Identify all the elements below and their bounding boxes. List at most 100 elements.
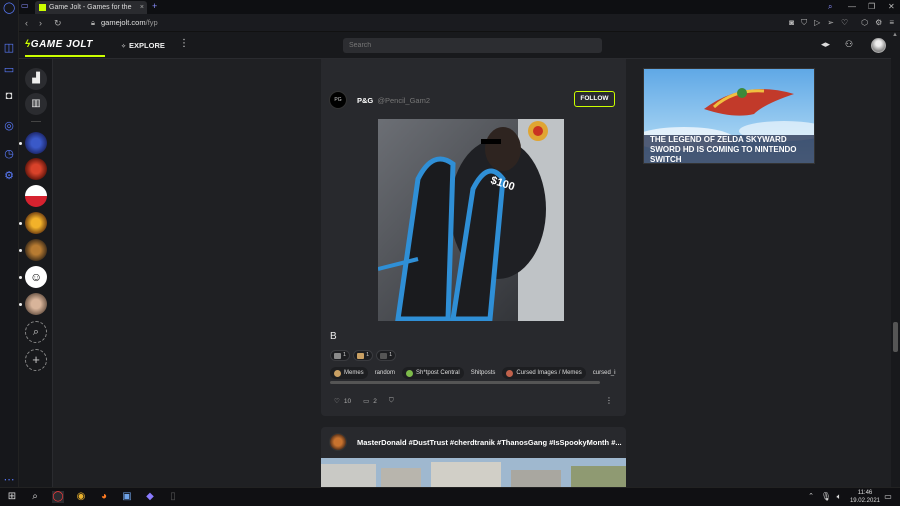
windows-start-icon[interactable]: ⊞ <box>6 491 18 503</box>
chat-icon[interactable]: ▭ <box>3 64 15 76</box>
post-card: PG P&G @Pencil_Gam2 FOLLOW $100 B 1 1 1 … <box>321 59 626 416</box>
post-author-avatar[interactable] <box>329 433 347 451</box>
settings-icon[interactable]: ⚙ <box>3 170 15 182</box>
community-fnaf[interactable] <box>25 158 47 180</box>
forward-icon[interactable]: › <box>39 16 42 30</box>
history-icon[interactable]: ◷ <box>3 148 15 160</box>
gear-icon[interactable]: ⚙ <box>875 16 882 30</box>
url-field[interactable]: 🔒︎ gamejolt.com/fyp <box>91 16 158 30</box>
target-icon[interactable]: ◎ <box>3 120 15 132</box>
community-tag[interactable]: Memes <box>330 367 368 379</box>
community-game-a[interactable] <box>25 212 47 234</box>
firefox-icon[interactable]: ◕ <box>98 491 110 503</box>
microphone-icon[interactable]: 🎙︎ <box>820 491 832 503</box>
app-icon-dim[interactable]: ▯ <box>167 491 179 503</box>
shop-icon[interactable]: ◫ <box>3 42 15 54</box>
scroll-up-icon[interactable]: ▲ <box>892 32 898 38</box>
camera-icon[interactable]: ◙ <box>789 16 794 30</box>
back-icon[interactable]: ‹ <box>25 16 28 30</box>
browser-tab[interactable]: Game Jolt - Games for the × <box>35 1 147 14</box>
close-window-icon[interactable]: ✕ <box>888 0 895 14</box>
community-tag[interactable]: Sh*tpost Central <box>402 367 464 379</box>
like-icon[interactable]: ♡ <box>334 397 340 405</box>
broadcast-icon[interactable]: ◂▸ <box>821 39 830 50</box>
post-stickers: 1 1 1 <box>330 350 397 361</box>
community-sonic[interactable] <box>25 132 47 154</box>
search-input[interactable] <box>343 38 602 53</box>
scroll-thumb[interactable] <box>893 322 898 352</box>
system-clock[interactable]: 11:46 19.02.2021 <box>850 489 880 505</box>
heart-icon[interactable]: ♡ <box>841 16 848 30</box>
tab-menu-icon[interactable]: ▭ <box>21 1 33 10</box>
more-options-icon[interactable]: ⋮ <box>179 38 189 49</box>
sticker-chip[interactable]: 1 <box>376 350 397 361</box>
tray-chevron-icon[interactable]: ⌃ <box>805 491 817 503</box>
community-photo[interactable] <box>25 293 47 315</box>
post-more-icon[interactable]: ⋮ <box>605 396 613 405</box>
post-author[interactable]: MasterDonald #DustTrust #cherdtranik #Th… <box>357 438 622 447</box>
gamejolt-logo[interactable]: ϟGAME JOLT <box>25 39 93 50</box>
chrome-icon[interactable]: ◉ <box>75 491 87 503</box>
clock-date: 19.02.2021 <box>849 498 880 504</box>
community-tag[interactable]: cursed_im <box>589 367 616 379</box>
search-tabs-icon[interactable]: ⌕ <box>828 0 832 14</box>
post-author-avatar[interactable]: PG <box>329 91 347 109</box>
post-image[interactable] <box>321 458 626 487</box>
maximize-icon[interactable]: ❐ <box>868 0 875 14</box>
community-poland[interactable] <box>25 185 47 207</box>
instagram-icon[interactable]: ◘ <box>3 90 15 102</box>
notify-dot <box>19 142 22 145</box>
community-tag[interactable]: random <box>371 367 399 379</box>
cube-icon[interactable]: ⬡ <box>861 16 868 30</box>
rail-home-icon[interactable]: ▟ <box>25 68 47 90</box>
post-card-next: MasterDonald #DustTrust #cherdtranik #Th… <box>321 427 626 487</box>
teams-icon[interactable]: ◆ <box>144 491 156 503</box>
notifications-icon[interactable]: ▭ <box>882 491 894 503</box>
opera-taskbar-icon[interactable]: ◯ <box>52 491 64 503</box>
send-icon[interactable]: ➢ <box>827 16 834 30</box>
community-tag[interactable]: Shitposts <box>467 367 500 379</box>
sticker-chip[interactable]: 1 <box>353 350 374 361</box>
comment-icon[interactable]: ▭ <box>363 397 369 405</box>
opera-logo-icon[interactable]: ◯ <box>3 2 15 14</box>
page-scrollbar[interactable]: ▲ <box>891 32 900 487</box>
community-smile[interactable]: ☺ <box>25 266 47 288</box>
notify-dot <box>19 276 22 279</box>
community-tag-icon <box>506 369 514 377</box>
follow-button[interactable]: FOLLOW <box>574 91 615 107</box>
notify-dot <box>19 303 22 306</box>
ad-artwork: THE LEGEND OF ZELDA SKYWARD SWORD HD IS … <box>644 69 814 163</box>
post-author[interactable]: P&G @Pencil_Gam2 <box>357 96 430 105</box>
url-path: /fyp <box>145 18 158 27</box>
sticker-icon <box>357 352 365 359</box>
community-tag-icon <box>406 369 414 377</box>
more-icon[interactable]: ⋯ <box>3 474 15 486</box>
discover-communities-icon[interactable]: ⌕ <box>25 321 47 343</box>
sticker-chip[interactable]: 1 <box>330 350 351 361</box>
tags-scrollbar[interactable] <box>330 381 600 384</box>
menu-icon[interactable]: ≡ <box>889 16 894 30</box>
share-icon[interactable]: ⛉ <box>389 397 394 405</box>
tab-close-icon[interactable]: × <box>140 1 144 14</box>
explore-link[interactable]: ✧ EXPLORE <box>121 41 165 50</box>
new-tab-button[interactable]: + <box>152 0 157 13</box>
reload-icon[interactable]: ↻ <box>54 16 62 30</box>
play-icon[interactable]: ▷ <box>814 16 820 30</box>
friends-icon[interactable]: ⚇ <box>845 39 853 50</box>
app-icon[interactable]: ▣ <box>121 491 133 503</box>
shield-icon[interactable]: ⛉ <box>801 16 807 30</box>
volume-icon[interactable]: 🔈︎ <box>833 491 845 503</box>
community-game-b[interactable] <box>25 239 47 261</box>
add-community-icon[interactable]: + <box>25 349 47 371</box>
sticker-icon <box>380 352 388 359</box>
taskbar-search-icon[interactable]: ⌕ <box>29 491 41 503</box>
opera-sidebar: ◯ ◫ ▭ ◘ ◎ ◷ ⚙ ⋯ <box>0 0 19 487</box>
zelda-ad-banner[interactable]: THE LEGEND OF ZELDA SKYWARD SWORD HD IS … <box>643 68 815 164</box>
post-handle: @Pencil_Gam2 <box>377 96 430 105</box>
url-host: gamejolt.com <box>101 18 146 27</box>
community-tag[interactable]: Cursed Images / Memes <box>502 367 586 379</box>
rail-library-icon[interactable]: ▥ <box>25 93 47 115</box>
post-image[interactable]: $100 <box>378 119 564 321</box>
minimize-icon[interactable]: — <box>848 0 856 14</box>
user-avatar[interactable] <box>871 38 886 53</box>
